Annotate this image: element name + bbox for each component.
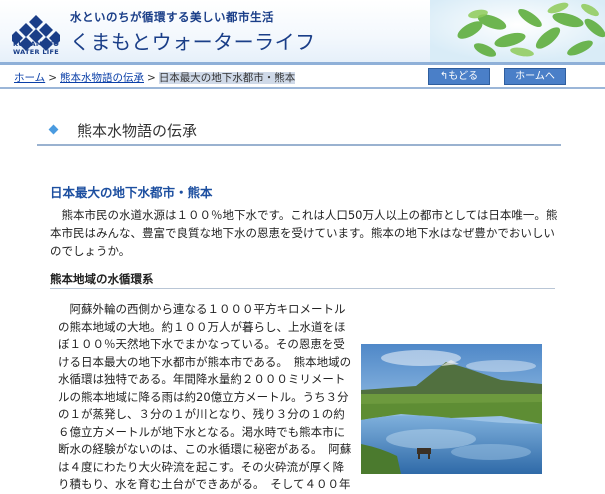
site-title[interactable]: くまもとウォーターライフ xyxy=(70,26,316,55)
subsection-title: 熊本地域の水循環系 xyxy=(50,272,154,286)
breadcrumb-current: 日本最大の地下水都市・熊本 xyxy=(158,72,296,84)
section-diamond-icon xyxy=(48,124,59,135)
breadcrumb-tradition-link[interactable]: 熊本水物語の伝承 xyxy=(60,72,144,84)
article-body-text: 阿蘇外輪の西側から連なる１０００平方キロメートルの熊本地域の大地。約１００万人が… xyxy=(58,302,352,491)
site-header: KUMAMOTO WATER LIFE 水といのちが循環する美しい都市生活 くま… xyxy=(0,0,605,62)
back-button-label: もどる xyxy=(448,71,479,82)
subsection-header: 熊本地域の水循環系 xyxy=(50,268,555,289)
article-lead: 熊本市民の水道水源は１００％地下水です。これは人口50万人以上の都市としては日本… xyxy=(50,206,562,260)
breadcrumb-divider xyxy=(0,87,605,89)
article-heading: 日本最大の地下水都市・熊本 xyxy=(50,185,213,200)
aso-landscape-photo xyxy=(361,344,542,474)
breadcrumb: ホーム > 熊本水物語の伝承 > 日本最大の地下水都市・熊本 xyxy=(14,70,296,85)
section-header: 熊本水物語の伝承 xyxy=(37,118,561,146)
breadcrumb-separator: > xyxy=(147,72,156,84)
site-tagline: 水といのちが循環する美しい都市生活 xyxy=(70,10,274,24)
back-button[interactable]: ↰もどる xyxy=(428,68,490,85)
leaves-decoration-icon xyxy=(430,0,605,62)
logo-text-kumamoto: KUMAMOTO xyxy=(12,40,60,48)
article-lead-text: 熊本市民の水道水源は１００％地下水です。これは人口50万人以上の都市としては日本… xyxy=(50,208,558,258)
logo-caption: KUMAMOTO WATER LIFE xyxy=(6,40,66,56)
logo-text-water-life: WATER LIFE xyxy=(13,48,59,56)
breadcrumb-home-link[interactable]: ホーム xyxy=(14,72,45,84)
home-button-label: ホームへ xyxy=(515,71,555,82)
article-body: 阿蘇外輪の西側から連なる１０００平方キロメートルの熊本地域の大地。約１００万人が… xyxy=(58,301,354,494)
home-button[interactable]: ホームへ xyxy=(504,68,566,85)
breadcrumb-separator: > xyxy=(48,72,57,84)
section-title: 熊本水物語の伝承 xyxy=(77,122,198,140)
